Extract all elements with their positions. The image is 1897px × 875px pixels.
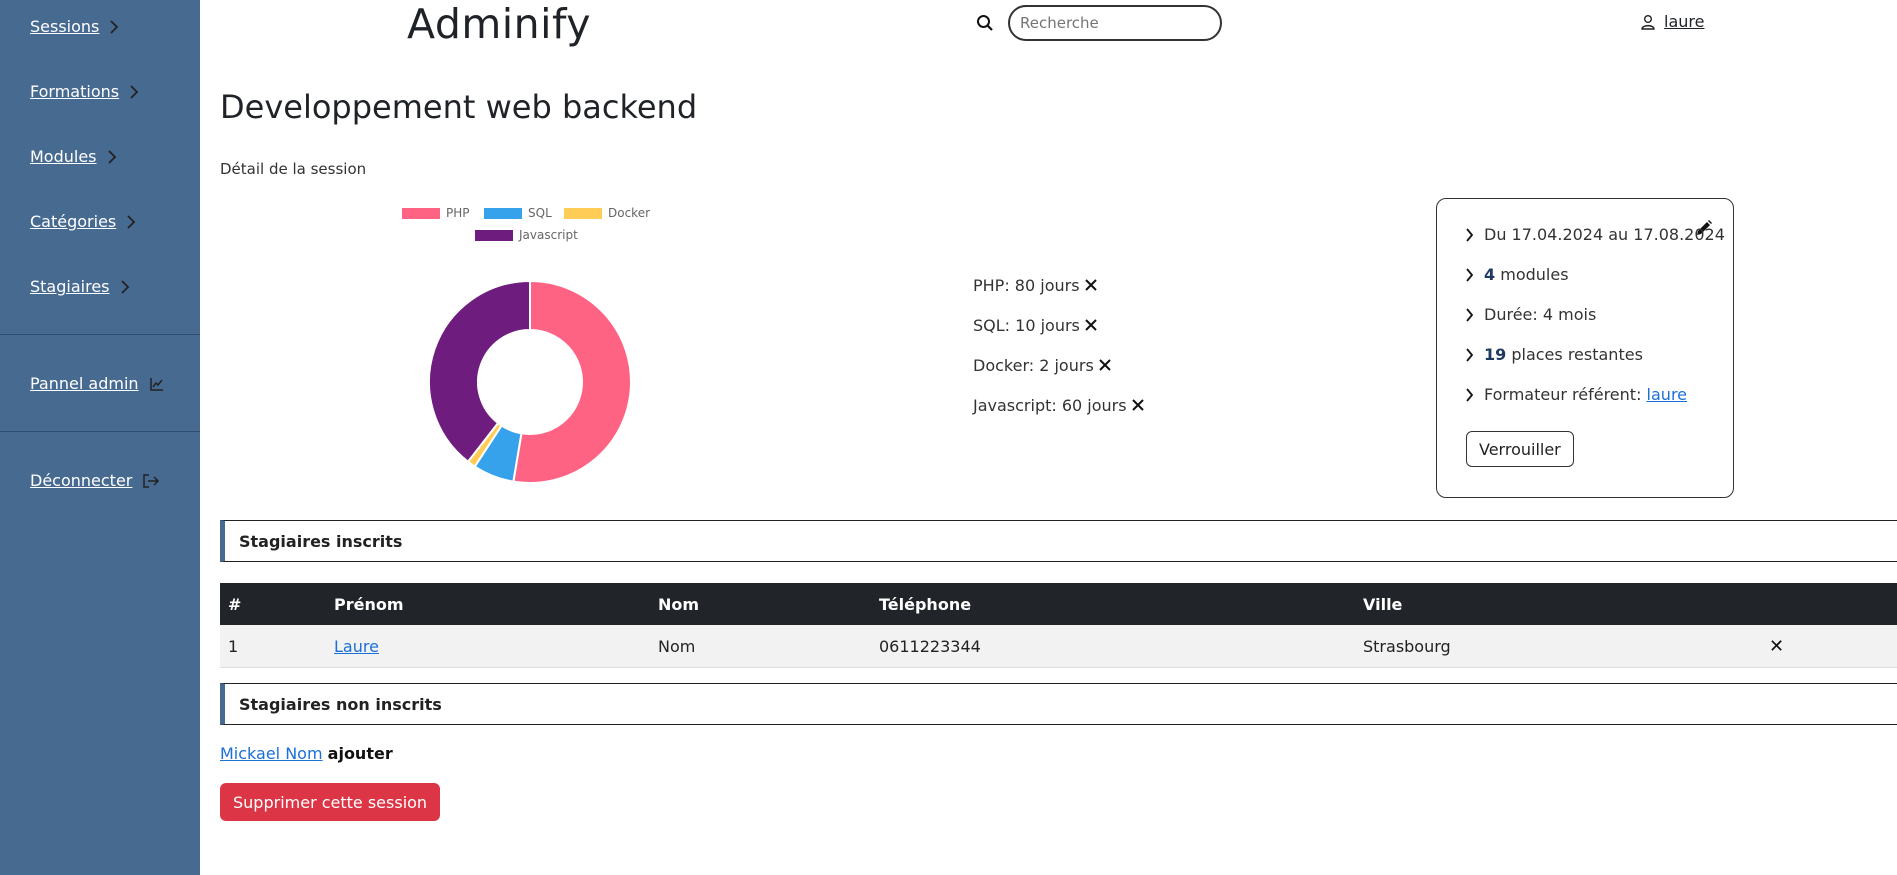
sidebar-item-stagiaires[interactable]: Stagiaires [30,277,130,296]
chart-line-icon [149,377,163,391]
delete-session-button[interactable]: Supprimer cette session [220,783,441,821]
duration-item: Javascript: 60 jours [973,385,1145,425]
remove-module-button[interactable] [1131,398,1145,412]
duration-item: Docker: 2 jours [973,345,1145,385]
enrolled-table: # Prénom Nom Téléphone Ville 1 Laure Nom… [220,583,1897,668]
places-count: 19 [1484,345,1507,364]
search-icon[interactable] [976,14,994,32]
duration-item: SQL: 10 jours [973,305,1145,345]
sidebar: Sessions Formations Modules Catégories S… [0,0,200,875]
table-header-row: # Prénom Nom Téléphone Ville [220,583,1897,625]
sidebar-item-formations[interactable]: Formations [30,82,139,101]
chevron-right-icon [1466,307,1474,322]
info-places: 19 places restantes [1465,345,1643,364]
cell-actions: ✕ [1761,625,1897,668]
duration-text: Javascript: 60 jours [973,395,1127,415]
info-trainer: Formateur référent: laure [1465,385,1687,404]
col-city: Ville [1355,583,1761,625]
user-icon [1641,14,1655,30]
sidebar-item-modules[interactable]: Modules [30,147,117,166]
session-info-card: Du 17.04.2024 au 17.08.2024 4 modules Du… [1436,198,1734,498]
col-number: # [220,583,326,625]
chevron-right-icon [127,214,136,229]
info-duration-text: Durée: 4 mois [1484,305,1597,324]
trainer-link[interactable]: laure [1647,385,1687,404]
info-dates: Du 17.04.2024 au 17.08.2024 [1465,225,1725,244]
not-enrolled-section-header: Stagiaires non inscrits [220,683,1897,725]
cell-phone: 0611223344 [871,625,1355,668]
col-phone: Téléphone [871,583,1355,625]
sidebar-divider [0,334,200,335]
sidebar-item-categories[interactable]: Catégories [30,212,136,231]
sidebar-item-label: Sessions [30,17,100,36]
modules-label: modules [1495,265,1569,284]
sidebar-item-label: Stagiaires [30,277,110,296]
cell-city: Strasbourg [1355,625,1761,668]
cell-firstname: Laure [326,625,650,668]
user-name[interactable]: laure [1664,12,1704,31]
info-duration: Durée: 4 mois [1465,305,1596,324]
cell-number: 1 [220,625,326,668]
unenroll-button[interactable]: ✕ [1769,636,1784,657]
trainer-label: Formateur référent: [1484,385,1647,404]
sidebar-item-label: Modules [30,147,97,166]
duration-text: PHP: 80 jours [973,275,1080,295]
chevron-right-icon [1466,387,1474,402]
search-bar [976,5,1222,41]
app-brand: Adminify [407,0,592,48]
info-trainer-text: Formateur référent: laure [1484,385,1687,404]
modules-count: 4 [1484,265,1496,284]
logout-icon [143,473,160,488]
remove-module-button[interactable] [1084,318,1098,332]
close-icon [1131,399,1144,411]
col-actions [1761,583,1897,625]
page-title: Developpement web backend [220,88,698,126]
user-menu[interactable]: laure [1640,12,1704,31]
trainee-link[interactable]: Mickael Nom [220,744,323,763]
sidebar-divider [0,431,200,432]
chevron-right-icon [130,84,139,99]
sidebar-item-sessions[interactable]: Sessions [30,17,119,36]
chevron-right-icon [1466,267,1474,282]
modules-donut-chart: PHP SQL Docker Javascript [380,200,680,510]
info-places-text: 19 places restantes [1484,345,1643,364]
cell-lastname: Nom [650,625,871,668]
duration-text: SQL: 10 jours [973,315,1080,335]
add-trainee-button[interactable]: ajouter [328,744,393,763]
sidebar-item-label: Formations [30,82,120,101]
not-enrolled-item: Mickael Nom ajouter [220,744,393,763]
remove-module-button[interactable] [1084,278,1098,292]
sidebar-item-label: Catégories [30,212,117,231]
sidebar-item-label: Déconnecter [30,471,133,490]
remove-module-button[interactable] [1098,358,1112,372]
sidebar-item-logout[interactable]: Déconnecter [30,471,160,490]
info-dates-text: Du 17.04.2024 au 17.08.2024 [1484,225,1725,244]
close-icon [1085,319,1097,331]
chevron-right-icon [1466,227,1474,242]
page-subtitle: Détail de la session [220,160,367,178]
lock-session-button[interactable]: Verrouiller [1466,431,1574,467]
chevron-right-icon [110,19,119,34]
close-icon [1084,279,1097,291]
duration-item: PHP: 80 jours [973,265,1145,305]
duration-text: Docker: 2 jours [973,355,1094,375]
close-icon [1099,359,1111,371]
info-modules: 4 modules [1465,265,1569,284]
donut-svg [428,279,633,484]
module-durations: PHP: 80 jours SQL: 10 jours Docker: 2 jo… [973,265,1145,425]
search-input[interactable] [1008,5,1222,41]
col-lastname: Nom [650,583,871,625]
donut-slice-php[interactable] [512,279,633,484]
chevron-right-icon [1466,347,1474,362]
places-label: places restantes [1506,345,1643,364]
sidebar-item-admin[interactable]: Pannel admin [30,374,165,393]
col-firstname: Prénom [326,583,650,625]
chevron-right-icon [120,279,129,294]
table-row: 1 Laure Nom 0611223344 Strasbourg ✕ [220,625,1897,668]
chevron-right-icon [107,149,116,164]
info-modules-text: 4 modules [1484,265,1569,284]
sidebar-item-label: Pannel admin [30,374,139,393]
enrolled-section-header: Stagiaires inscrits [220,520,1897,562]
trainee-link[interactable]: Laure [334,637,379,656]
